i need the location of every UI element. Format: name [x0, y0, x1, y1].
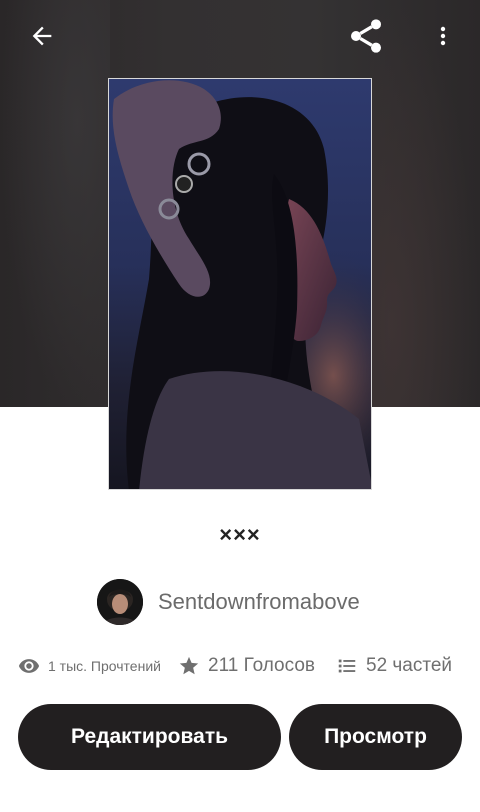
star-icon	[179, 656, 199, 675]
eye-icon	[18, 659, 40, 673]
reads-stat: 1 тыс. Прочтений	[18, 655, 178, 677]
more-vertical-icon	[440, 26, 446, 46]
share-icon	[351, 19, 381, 53]
edit-button[interactable]: Редактировать	[18, 704, 281, 770]
list-icon	[338, 659, 356, 673]
story-stats: 1 тыс. Прочтений 211 Голосов 52 частей	[18, 652, 468, 680]
share-button[interactable]	[344, 14, 388, 58]
parts-stat: 52 частей	[336, 655, 452, 677]
author-avatar[interactable]	[97, 579, 143, 625]
more-options-button[interactable]	[421, 14, 465, 58]
author-row[interactable]: Sentdownfromabove	[97, 579, 360, 625]
back-button[interactable]	[20, 14, 64, 58]
story-title: ×××	[219, 522, 261, 547]
author-username[interactable]: Sentdownfromabove	[158, 589, 360, 615]
parts-count: 52 частей	[366, 655, 453, 676]
reads-count: 1 тыс. Прочтений	[48, 658, 161, 674]
preview-button[interactable]: Просмотр	[289, 704, 462, 770]
top-bar	[0, 0, 480, 72]
cover-artwork	[109, 79, 371, 489]
votes-stat: 211 Голосов	[178, 655, 336, 677]
story-cover-image[interactable]	[108, 78, 372, 490]
story-details-screen: ××× Sentdownfromabove 1 тыс. Прочтений 2…	[0, 0, 480, 812]
avatar-image	[97, 579, 143, 625]
arrow-left-icon	[32, 26, 52, 46]
votes-count: 211 Голосов	[208, 655, 315, 676]
